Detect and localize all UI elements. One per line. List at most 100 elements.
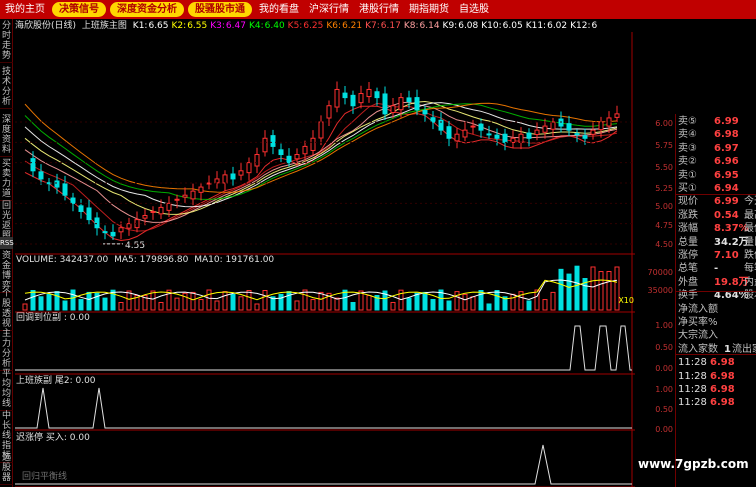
volume-bar-down	[446, 300, 452, 311]
volume-bar-down	[566, 273, 572, 311]
left-tab-6[interactable]: 个股透视	[0, 289, 13, 331]
quote-value: -	[714, 263, 719, 275]
volume-bar-down	[78, 299, 84, 311]
ma-value-10: K10:6.05	[481, 21, 523, 31]
quote-extra-label: 内盘	[744, 276, 756, 288]
quote-row: 涨停 7.10 跌停	[678, 249, 756, 262]
quote-label: 净买率%	[678, 317, 718, 328]
candle-down	[414, 97, 420, 111]
candle-down	[558, 118, 564, 127]
top-menu-bar: 我的主页 决策信号 深度资金分析 股骚股市通 我的看盘 沪深行情 港股行情 期指…	[0, 0, 756, 19]
candle-down	[446, 126, 452, 139]
candle-up	[166, 202, 172, 211]
ma-value-4: K4:6.40	[248, 21, 285, 31]
quote-row: 净买率%	[678, 316, 756, 329]
candle-down	[270, 135, 276, 147]
ma-value-6: K6:6.21	[326, 21, 363, 31]
price-tick: 4.50	[655, 240, 673, 249]
panel4-axis-0: 0.00	[655, 425, 673, 434]
menu-hk-quotes[interactable]: 港股行情	[354, 0, 404, 19]
ma-value-12: K12:6	[570, 21, 598, 31]
candle-down	[286, 155, 292, 164]
panel4-axis-05: 0.50	[655, 405, 673, 414]
candle-down	[502, 133, 508, 143]
candle-up	[118, 227, 124, 233]
volume-bar-down	[430, 299, 436, 311]
menu-deep-capital[interactable]: 深度资金分析	[110, 2, 184, 17]
quote-value: 6.99	[714, 196, 739, 208]
quote-row: 卖① 6.95	[678, 169, 756, 182]
candle-up	[598, 121, 604, 131]
menu-watchlist[interactable]: 自选股	[454, 0, 494, 19]
volume-axis-70000: 70000	[647, 268, 673, 277]
menu-futures[interactable]: 期指期货	[404, 0, 454, 19]
menu-decision-signal[interactable]: 决策信号	[52, 2, 106, 17]
candle-up	[518, 133, 524, 143]
left-tab-0[interactable]: 分时走势	[0, 21, 13, 63]
menu-sh-sz-quotes[interactable]: 沪深行情	[304, 0, 354, 19]
menu-my-watch[interactable]: 我的看盘	[254, 0, 304, 19]
volume-bar-up	[390, 301, 396, 311]
volume-bar-up	[510, 293, 516, 311]
quote-label: 买①	[678, 183, 697, 194]
volume-bar-down	[102, 297, 108, 311]
volume-bar-up	[150, 290, 156, 311]
left-tab-2[interactable]: 深度资料	[0, 115, 13, 157]
candle-up	[462, 129, 468, 138]
volume-bar-down	[46, 293, 52, 311]
candle-up	[302, 145, 308, 155]
left-tab-1[interactable]: 技术分析	[0, 67, 13, 109]
candle-down	[62, 183, 68, 196]
volume-bar-up	[190, 291, 196, 311]
left-tab-7[interactable]: 主力分析	[0, 329, 13, 371]
candle-up	[190, 190, 196, 200]
volume-bar-down	[30, 290, 36, 311]
ma-value-1: K1:6.65	[132, 21, 169, 31]
low-price-label: 4.55	[125, 241, 145, 251]
ma-values: K1:6.65 K2:6.55 K3:6.47 K4:6.40 K5:6.25 K6:6.…	[133, 21, 600, 31]
candle-up	[358, 93, 364, 104]
candle-up	[590, 129, 596, 135]
candle-down	[102, 231, 108, 234]
rss-icon[interactable]: RSS	[0, 237, 14, 249]
price-tick: 5.50	[655, 163, 673, 172]
quote-label: 11:28	[678, 357, 707, 369]
candle-up	[254, 154, 260, 167]
candle-up	[214, 178, 220, 184]
volume-bar-up	[222, 291, 228, 311]
left-tab-5[interactable]: 资金博弈	[0, 251, 13, 293]
volume-bar-down	[38, 296, 44, 311]
panel4-signal-line	[15, 387, 632, 429]
candle-down	[486, 133, 492, 136]
left-tab-8[interactable]: 平均均线	[0, 369, 13, 411]
panel3-label: 回调到位副 : 0.00	[16, 313, 90, 323]
candle-up	[542, 125, 548, 133]
quote-value: 6.98	[710, 384, 735, 395]
volume-bar-up	[214, 300, 220, 311]
left-tab-3[interactable]: 买卖力道	[0, 159, 13, 201]
menu-stock-tool[interactable]: 股骚股市通	[188, 2, 252, 17]
candle-down	[342, 92, 348, 99]
quote-label: 卖③	[678, 142, 697, 154]
candle-down	[526, 132, 532, 139]
volume-bar-down	[494, 290, 500, 311]
candle-up	[142, 215, 148, 219]
left-tab-10[interactable]: 选股器	[0, 453, 13, 485]
candle-down	[574, 133, 580, 136]
panel3-axis-05: 0.50	[655, 343, 673, 352]
panel4-label: 上班族副 尾2: 0.00	[16, 376, 96, 386]
menu-home[interactable]: 我的主页	[0, 0, 50, 19]
volume-bar-up	[550, 291, 556, 311]
candle-up	[310, 137, 316, 151]
volume-bar-up	[246, 290, 252, 311]
quote-side-panel: 卖⑤ 6.99 卖④ 6.98 卖③ 6.97 卖② 6.96 卖① 6.95 买① 6.94 现价 6.…	[675, 114, 756, 487]
price-tick: 5.75	[655, 141, 673, 150]
ma-value-5: K5:6.25	[287, 21, 324, 31]
candle-up	[366, 88, 372, 98]
volume-bar-up	[254, 303, 260, 311]
price-tick: 4.75	[655, 221, 673, 230]
volume-bar-up	[542, 299, 548, 311]
candle-up	[150, 210, 156, 213]
volume-bar-down	[486, 303, 492, 311]
quote-row: 涨跌 0.54 最高	[678, 209, 756, 222]
